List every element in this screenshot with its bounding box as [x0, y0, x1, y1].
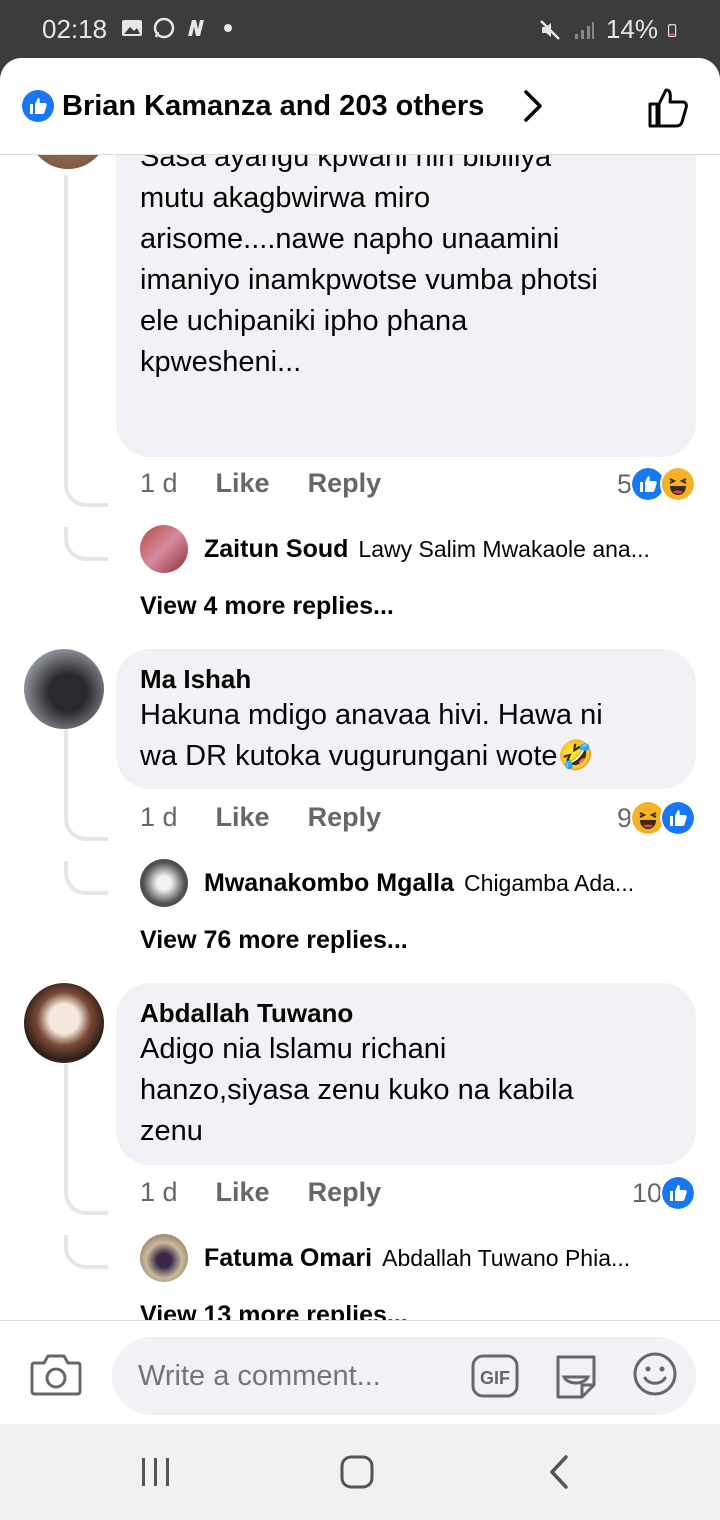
- sticker-icon[interactable]: [552, 1351, 600, 1401]
- avatar[interactable]: [24, 983, 104, 1063]
- like-button[interactable]: Like: [216, 1177, 270, 1208]
- reply-button[interactable]: Reply: [308, 468, 382, 499]
- avatar[interactable]: [24, 649, 104, 729]
- comment-line: zenu: [140, 1115, 203, 1147]
- like-button[interactable]: Like: [216, 468, 270, 499]
- reaction-count: 10: [631, 1177, 662, 1208]
- reply-author: Mwanakombo Mgalla: [204, 868, 455, 897]
- comments-sheet: Brian Kamanza and 203 others Sasa ayangu…: [0, 58, 720, 1424]
- reply-button[interactable]: Reply: [308, 802, 382, 833]
- thread-line: [64, 1063, 68, 1183]
- comment-composer: GIF: [0, 1320, 720, 1424]
- comment-line: imaniyo inamkpwotse vumba photsi: [140, 264, 598, 296]
- reaction-summary[interactable]: 9: [617, 800, 696, 836]
- reactions-header[interactable]: Brian Kamanza and 203 others: [0, 58, 720, 155]
- comment-bubble[interactable]: Abdallah Tuwano Adigo nia lslamu richani…: [116, 983, 696, 1165]
- comment-time: 1 d: [140, 1177, 178, 1207]
- mute-icon: [540, 19, 560, 40]
- comment-line: Adigo nia lslamu richani: [140, 1033, 447, 1065]
- reply-text: Chigamba Ada...: [464, 869, 635, 896]
- thread-line: [64, 729, 68, 809]
- comment-line: hanzo,siyasa zenu kuko na kabila: [140, 1074, 574, 1106]
- thread-connector: [64, 807, 108, 841]
- dot-icon: [224, 24, 232, 32]
- comment-bubble[interactable]: Ma Ishah Hakuna mdigo anavaa hivi. Hawa …: [116, 649, 696, 789]
- reply-author: Fatuma Omari: [204, 1243, 373, 1272]
- battery-percent: 14%: [605, 14, 658, 44]
- notification-icons: [120, 16, 240, 40]
- avatar[interactable]: [28, 155, 108, 169]
- thread-connector: [64, 861, 108, 895]
- comment-line: Sasa ayangu kpwani hiri bibiliya: [140, 155, 552, 173]
- avatar: [140, 525, 188, 573]
- emoji-icon[interactable]: [632, 1351, 678, 1397]
- view-more-replies[interactable]: View 76 more replies...: [140, 926, 408, 955]
- gallery-icon: [122, 20, 142, 36]
- avatar: [140, 859, 188, 907]
- view-more-replies[interactable]: View 4 more replies...: [140, 592, 394, 621]
- gif-icon[interactable]: GIF: [470, 1351, 520, 1401]
- comment-line: ele uchipaniki ipho phana: [140, 305, 468, 337]
- battery-icon: [668, 23, 677, 37]
- comment-time: 1 d: [140, 802, 178, 832]
- chevron-right-icon[interactable]: [520, 88, 546, 124]
- reaction-summary[interactable]: 5: [617, 466, 696, 502]
- like-button[interactable]: Like: [216, 802, 270, 833]
- comment-line: arisome....nawe napho unaamini: [140, 223, 560, 255]
- comment-actions: 1 d Like Reply: [140, 468, 419, 499]
- like-icon: [22, 90, 54, 122]
- reply-text: Lawy Salim Mwakaole ana...: [358, 535, 650, 562]
- recent-apps-icon[interactable]: [136, 1454, 176, 1490]
- reply-preview[interactable]: Mwanakombo Mgalla Chigamba Ada...: [140, 859, 634, 907]
- comment-author[interactable]: Abdallah Tuwano: [140, 997, 672, 1029]
- thread-connector: [64, 1181, 108, 1215]
- reactions-summary[interactable]: Brian Kamanza and 203 others: [62, 90, 484, 123]
- thread-line: [64, 175, 68, 475]
- thread-connector: [64, 1235, 108, 1269]
- avatar: [140, 1234, 188, 1282]
- like-reaction-icon: [660, 800, 696, 836]
- comment-author[interactable]: Ma Ishah: [140, 663, 672, 695]
- whatsapp-icon: [153, 17, 175, 39]
- status-right: 14%: [538, 14, 682, 45]
- svg-text:GIF: GIF: [480, 1368, 510, 1388]
- n-app-icon: [188, 20, 204, 36]
- home-icon[interactable]: [338, 1454, 378, 1490]
- reply-preview[interactable]: Fatuma Omari Abdallah Tuwano Phia...: [140, 1234, 630, 1282]
- comment-input[interactable]: [136, 1359, 460, 1394]
- signal-icon: [574, 21, 594, 39]
- comment-bubble[interactable]: Sasa ayangu kpwani hiri bibiliya mutu ak…: [116, 155, 696, 457]
- status-time: 02:18: [42, 14, 108, 44]
- thread-connector: [64, 473, 108, 507]
- system-nav-bar: [0, 1424, 720, 1520]
- status-bar: 02:18 14%: [0, 0, 720, 60]
- comment-line: wa DR kutoka vugurungani wote🤣: [140, 740, 594, 772]
- back-icon[interactable]: [540, 1454, 580, 1490]
- reply-preview[interactable]: Zaitun Soud Lawy Salim Mwakaole ana...: [140, 525, 650, 573]
- reply-author: Zaitun Soud: [204, 534, 349, 563]
- reaction-summary[interactable]: 10: [632, 1175, 696, 1211]
- thread-connector: [64, 527, 108, 561]
- comment-line: mutu akagbwirwa miro: [140, 182, 431, 214]
- camera-icon[interactable]: [30, 1351, 82, 1397]
- comment-time: 1 d: [140, 468, 178, 498]
- reply-text: Abdallah Tuwano Phia...: [382, 1244, 631, 1271]
- comment-actions: 1 d Like Reply: [140, 1177, 419, 1208]
- comment-line: Hakuna mdigo anavaa hivi. Hawa ni: [140, 699, 603, 731]
- reply-button[interactable]: Reply: [308, 1177, 382, 1208]
- comment-list[interactable]: Sasa ayangu kpwani hiri bibiliya mutu ak…: [0, 155, 720, 1320]
- comment-line: kpwesheni...: [140, 346, 302, 378]
- like-reaction-icon: [660, 1175, 696, 1211]
- comment-actions: 1 d Like Reply: [140, 802, 419, 833]
- view-more-replies[interactable]: View 13 more replies...: [140, 1301, 408, 1320]
- haha-reaction-icon: [660, 466, 696, 502]
- comment-input-pill[interactable]: GIF: [112, 1337, 696, 1415]
- like-post-button[interactable]: [644, 84, 692, 132]
